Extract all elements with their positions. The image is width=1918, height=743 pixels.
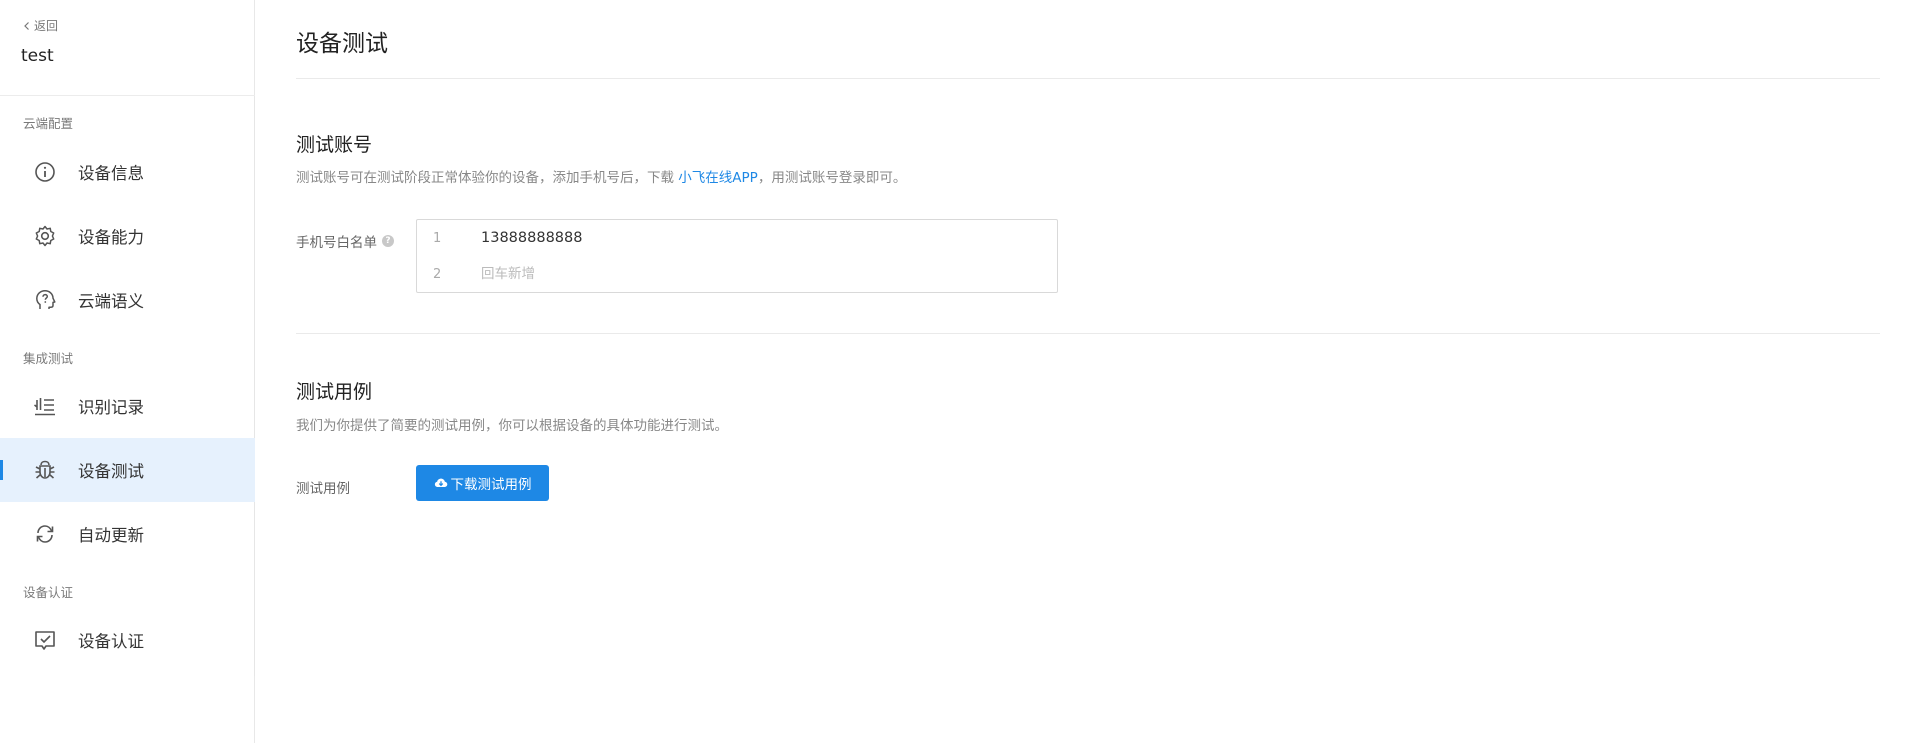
chevron-left-icon	[24, 21, 29, 30]
info-circle-icon	[31, 158, 59, 186]
gear-icon	[31, 222, 59, 250]
whitelist-label-text: 手机号白名单	[296, 235, 377, 251]
title-divider	[296, 78, 1880, 79]
sidebar-item-label: 识别记录	[78, 398, 144, 417]
sidebar-item-label: 云端语义	[78, 292, 144, 311]
head-question-icon	[31, 286, 59, 314]
section-label-integration-test: 集成测试	[23, 351, 74, 366]
record-list-icon	[31, 392, 59, 420]
sidebar-item-device-certification[interactable]: 设备认证	[0, 608, 255, 672]
line-number: 2	[433, 266, 442, 282]
section-divider	[296, 333, 1880, 334]
test-account-title: 测试账号	[296, 134, 373, 156]
line-number: 1	[433, 230, 442, 246]
whitelist-row: 2	[417, 256, 1057, 292]
section-label-cloud-config: 云端配置	[23, 116, 74, 131]
main-content: 设备测试 测试账号 测试账号可在测试阶段正常体验你的设备，添加手机号后，下载 小…	[296, 0, 1880, 743]
app-download-link[interactable]: 小飞在线APP	[678, 170, 758, 186]
test-account-desc: 测试账号可在测试阶段正常体验你的设备，添加手机号后，下载 小飞在线APP，用测试…	[296, 166, 906, 186]
page-title: 设备测试	[296, 31, 388, 57]
back-link[interactable]: 返回	[22, 17, 58, 34]
refresh-icon	[31, 520, 59, 548]
test-account-desc-prefix: 测试账号可在测试阶段正常体验你的设备，添加手机号后，下载	[296, 170, 679, 186]
sidebar-item-auto-update[interactable]: 自动更新	[0, 502, 255, 566]
whitelist-label: 手机号白名单 ?	[296, 231, 394, 251]
sidebar-item-cloud-semantics[interactable]: 云端语义	[0, 268, 255, 332]
sidebar-item-device-test[interactable]: 设备测试	[0, 438, 255, 502]
back-label: 返回	[34, 19, 59, 33]
bug-icon	[31, 456, 59, 484]
sidebar-item-label: 设备测试	[78, 462, 144, 481]
download-button-label: 下载测试用例	[450, 477, 532, 493]
certificate-icon	[31, 626, 59, 654]
sidebar-item-label: 设备认证	[78, 632, 144, 651]
test-account-desc-suffix: ，用测试账号登录即可。	[757, 170, 907, 186]
active-indicator	[0, 460, 3, 480]
phone-number-value[interactable]: 13888888888	[481, 230, 582, 246]
question-circle-icon[interactable]: ?	[382, 235, 394, 247]
sidebar-header-divider	[0, 95, 255, 96]
test-cases-field-label: 测试用例	[296, 481, 350, 497]
test-cases-title: 测试用例	[296, 381, 373, 403]
sidebar-item-label: 自动更新	[78, 526, 144, 545]
whitelist-row: 1 13888888888	[417, 220, 1057, 256]
sidebar-item-recognition-records[interactable]: 识别记录	[0, 374, 255, 438]
phone-number-input[interactable]	[481, 266, 1041, 282]
section-label-device-certification: 设备认证	[23, 585, 74, 600]
test-cases-desc: 我们为你提供了简要的测试用例，你可以根据设备的具体功能进行测试。	[296, 418, 728, 434]
phone-whitelist-editor[interactable]: 1 13888888888 2	[416, 219, 1058, 293]
sidebar-item-label: 设备信息	[78, 164, 144, 183]
sidebar-item-device-capability[interactable]: 设备能力	[0, 204, 255, 268]
cloud-download-icon	[434, 478, 447, 487]
sidebar: 返回 test 云端配置 设备信息 设备能力 云端语义 集成测试 识别记录 设备…	[0, 0, 255, 743]
sidebar-item-label: 设备能力	[78, 228, 144, 247]
sidebar-item-device-info[interactable]: 设备信息	[0, 140, 255, 204]
download-test-cases-button[interactable]: 下载测试用例	[416, 465, 549, 501]
project-name: test	[21, 46, 54, 66]
